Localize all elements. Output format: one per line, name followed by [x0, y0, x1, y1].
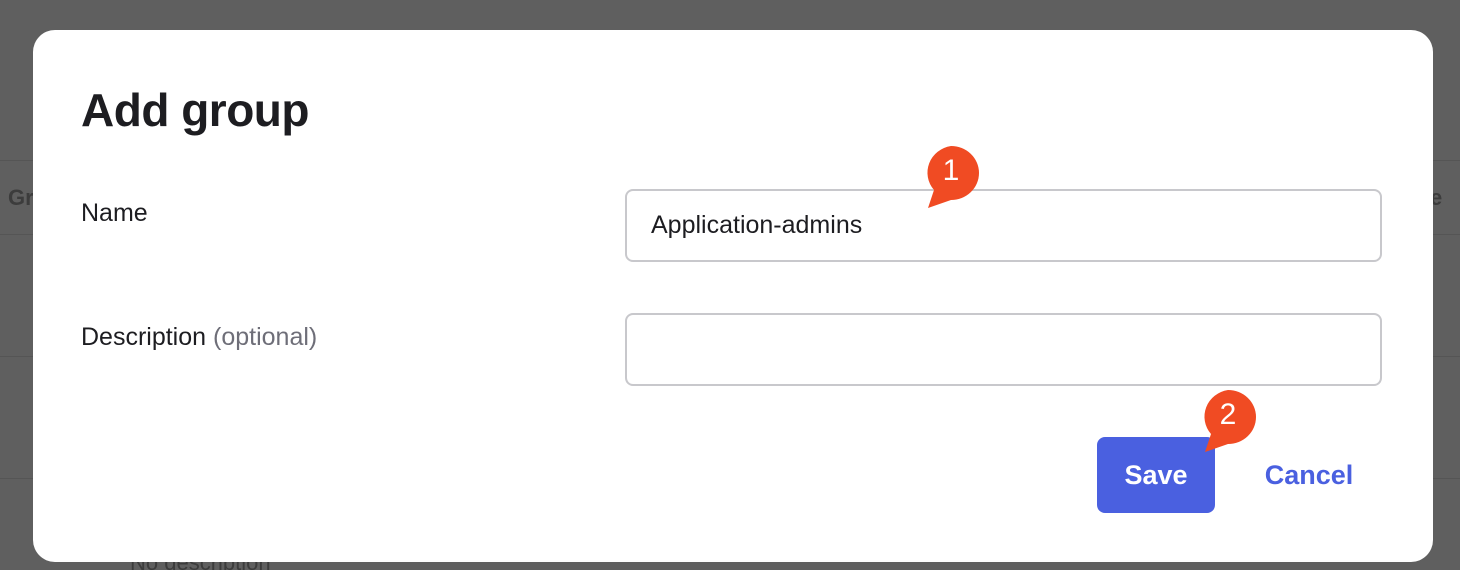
- table-column-header: Gr: [8, 185, 34, 210]
- callout-number: 2: [1219, 398, 1237, 431]
- save-button[interactable]: Save: [1097, 437, 1215, 513]
- name-input[interactable]: [625, 189, 1382, 262]
- description-label-text: Description: [81, 323, 207, 351]
- cancel-button[interactable]: Cancel: [1249, 437, 1369, 513]
- name-label-text: Name: [81, 199, 148, 227]
- callout-marker-2: 2: [1199, 390, 1261, 452]
- name-label: Name: [81, 198, 148, 228]
- add-group-dialog: Add group Name Description (optional) Sa…: [33, 30, 1433, 562]
- dialog-title: Add group: [81, 84, 310, 136]
- description-label: Description (optional): [81, 322, 317, 352]
- callout-number: 1: [942, 154, 960, 187]
- description-input[interactable]: [625, 313, 1382, 386]
- callout-marker-1: 1: [922, 146, 984, 208]
- optional-hint: (optional): [213, 323, 318, 351]
